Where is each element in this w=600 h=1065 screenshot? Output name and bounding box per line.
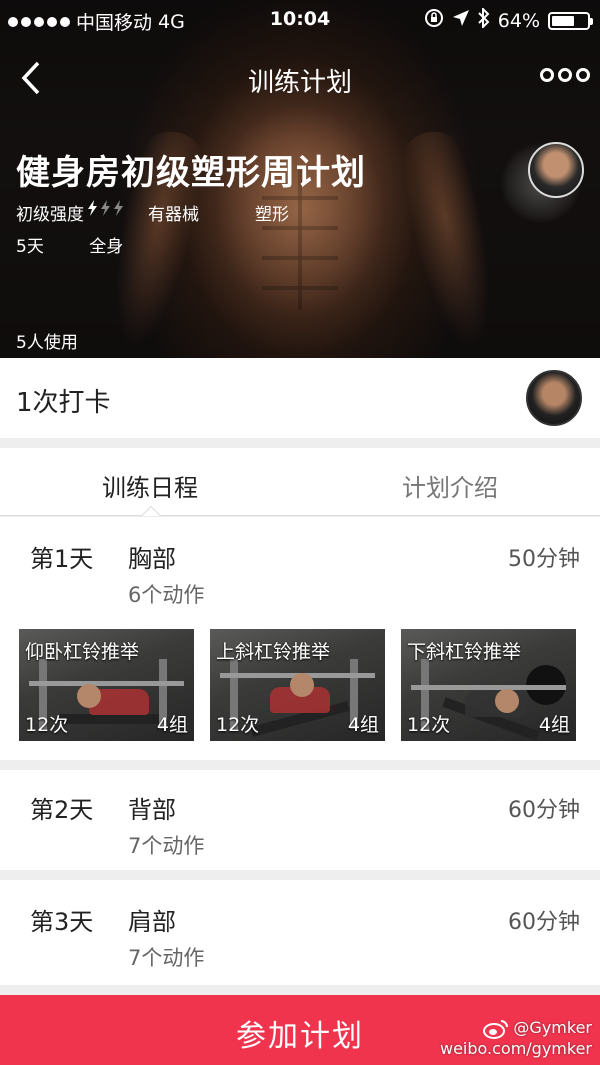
intensity-bolts-icon (86, 200, 128, 225)
exercise-list: 仰卧杠铃推举 12次 4组 上斜杠铃推举 12次 4组 下斜杠铃推举 12次 4… (19, 629, 576, 741)
exercise-photo (59, 714, 159, 724)
users-count: 5人使用 (16, 333, 78, 353)
day-card[interactable]: 第1天 胸部 6个动作 50分钟 仰卧杠铃推举 12次 4组 上斜杠铃推举 12… (0, 517, 600, 760)
plan-title: 健身房初级塑形周计划 (16, 153, 366, 193)
exercise-reps: 12次 (216, 714, 260, 736)
exercise-name: 仰卧杠铃推举 (25, 641, 140, 663)
checkin-label: 1次打卡 (16, 388, 111, 418)
watermark-url: weibo.com/gymker (439, 1038, 592, 1058)
body-part: 肩部 (128, 908, 176, 936)
plan-meta: 5天 全身 (16, 232, 123, 257)
more-icon (540, 68, 554, 82)
battery-icon (548, 11, 593, 30)
duration: 60分钟 (508, 798, 580, 823)
body-part: 背部 (128, 796, 176, 824)
rotation-lock-icon (424, 8, 444, 33)
active-tab-indicator (141, 506, 161, 516)
day-label: 第1天 (30, 545, 94, 573)
day-card[interactable]: 第2天 背部 7个动作 60分钟 (0, 770, 600, 870)
status-bar: 中国移动 4G 10:04 64% (0, 0, 600, 40)
day-card[interactable]: 第3天 肩部 7个动作 60分钟 (0, 880, 600, 985)
more-icon-dot (558, 68, 572, 82)
watermark-handle: @Gymker (513, 1018, 592, 1037)
exercise-sets: 4组 (156, 714, 188, 736)
exercise-count: 6个动作 (128, 583, 205, 607)
exercise-count: 7个动作 (128, 946, 205, 970)
duration: 60分钟 (508, 910, 580, 935)
more-button[interactable] (540, 68, 590, 82)
day-label: 第3天 (30, 908, 94, 936)
tab-bar: 训练日程 计划介绍 (0, 448, 600, 516)
creator-avatar-button[interactable] (500, 142, 584, 224)
days-label: 5天 (16, 237, 44, 257)
exercise-photo (77, 684, 101, 708)
bluetooth-icon (478, 6, 490, 33)
exercise-photo (290, 673, 314, 697)
exercise-photo (495, 689, 519, 713)
avatar (528, 142, 584, 198)
duration: 50分钟 (508, 547, 580, 572)
exercise-name: 上斜杠铃推举 (216, 641, 331, 663)
day-label: 第2天 (30, 796, 94, 824)
exercise-sets: 4组 (347, 714, 379, 736)
battery-percent: 64% (497, 9, 540, 32)
exercise-reps: 12次 (25, 714, 69, 736)
more-icon-dot (576, 68, 590, 82)
exercise-photo (29, 681, 184, 686)
goal-label: 塑形 (255, 205, 289, 225)
nav-title: 训练计划 (247, 68, 352, 98)
location-icon (452, 9, 470, 32)
nav-bar: 训练计划 (0, 50, 600, 106)
checkin-row[interactable]: 1次打卡 (0, 358, 600, 438)
exercise-card[interactable]: 下斜杠铃推举 12次 4组 (401, 629, 576, 741)
plan-tags: 初级强度 有器械 塑形 (16, 200, 289, 225)
equipment-label: 有器械 (148, 205, 199, 225)
exercise-name: 下斜杠铃推举 (407, 641, 522, 663)
tab-schedule[interactable]: 训练日程 (0, 468, 300, 503)
exercise-photo (411, 685, 566, 690)
body-area-label: 全身 (89, 237, 124, 257)
tab-introduction[interactable]: 计划介绍 (300, 468, 600, 503)
body-part: 胸部 (128, 545, 176, 573)
weibo-logo-icon (483, 1019, 509, 1039)
avatar[interactable] (526, 370, 582, 426)
exercise-reps: 12次 (407, 714, 451, 736)
exercise-count: 7个动作 (128, 834, 205, 858)
watermark: @Gymker weibo.com/gymker (440, 1018, 592, 1059)
plan-hero: 中国移动 4G 10:04 64% 训练计划 健身房初级塑形周计划 初级强度 有… (0, 0, 600, 358)
exercise-card[interactable]: 上斜杠铃推举 12次 4组 (210, 629, 385, 741)
intensity-label: 初级强度 (16, 205, 84, 225)
exercise-sets: 4组 (538, 714, 570, 736)
exercise-card[interactable]: 仰卧杠铃推举 12次 4组 (19, 629, 194, 741)
